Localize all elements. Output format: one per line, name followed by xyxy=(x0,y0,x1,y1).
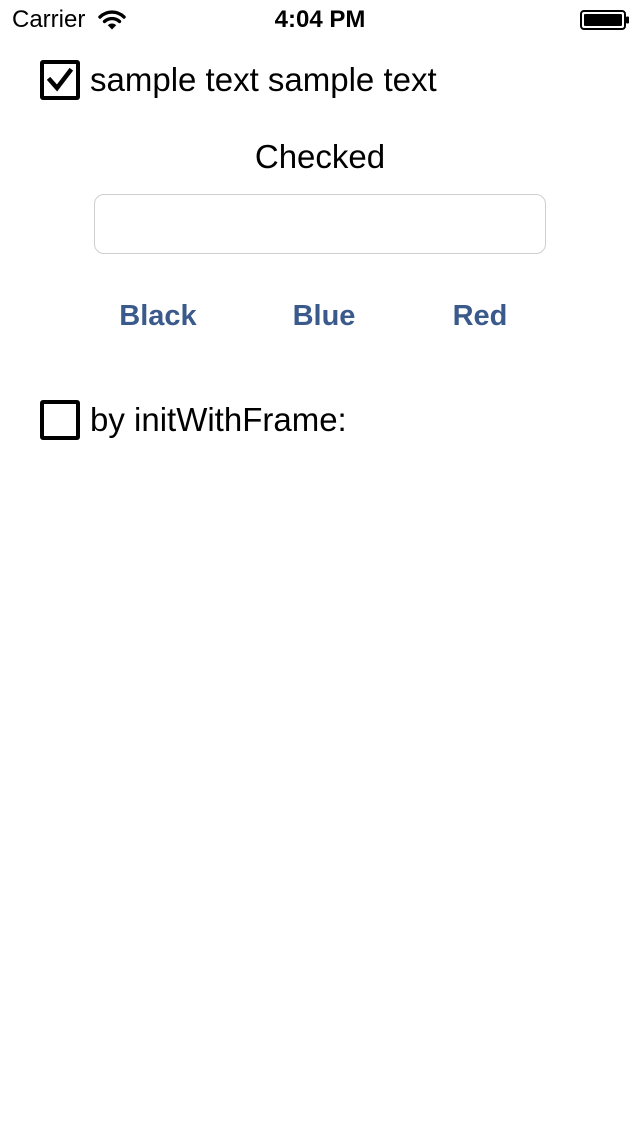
blue-button[interactable]: Blue xyxy=(282,294,366,338)
status-time: 4:04 PM xyxy=(274,6,366,33)
battery-icon xyxy=(580,10,630,30)
text-input[interactable] xyxy=(94,194,546,254)
checkbox-checked-icon[interactable] xyxy=(40,60,80,100)
checkbox-label: sample text sample text xyxy=(90,61,437,98)
checkbox-label: by initWithFrame: xyxy=(90,401,347,438)
checkbox-sample-text[interactable]: sample text sample text xyxy=(40,60,437,100)
checkbox-init-with-frame[interactable]: by initWithFrame: xyxy=(40,400,347,440)
status-bar: Carrier 4:04 PM xyxy=(0,0,640,40)
black-button[interactable]: Black xyxy=(108,294,208,338)
red-button[interactable]: Red xyxy=(442,294,518,338)
checkbox-unchecked-icon[interactable] xyxy=(40,400,80,440)
checked-status-label: Checked xyxy=(254,138,386,175)
